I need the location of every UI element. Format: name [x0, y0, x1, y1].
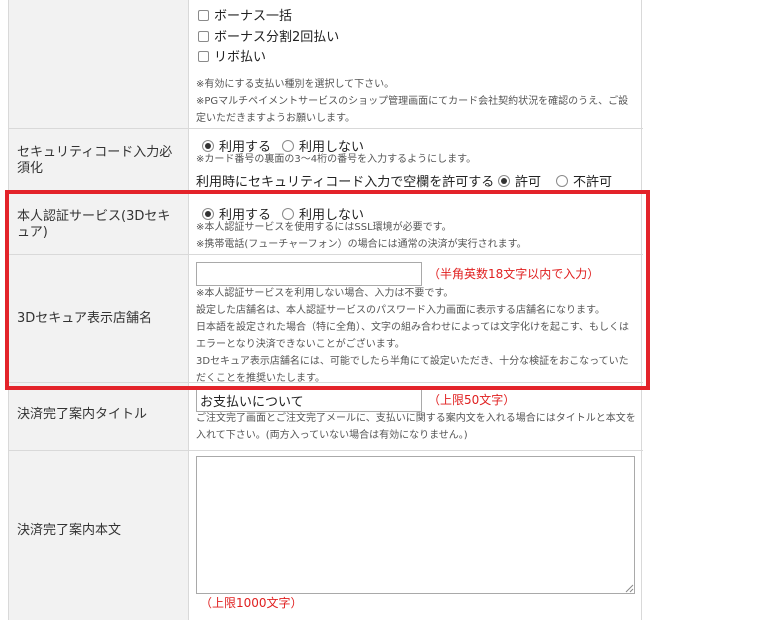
three-d-secure-label-cell: 本人認証サービス(3Dセキュア) — [9, 193, 189, 254]
payment-types-note: ※有効にする支払い種別を選択して下さい。 ※PGマルチペイメントサービスのショッ… — [196, 79, 629, 124]
complete-title-note: ご注文完了画面とご注文完了メールに、支払いに関する案内文を入れる場合にはタイトル… — [196, 413, 636, 441]
complete-body-cell: （上限1000文字） — [190, 451, 643, 620]
security-code-label: セキュリティコード入力必須化 — [17, 145, 173, 176]
complete-body-label-cell: 決済完了案内本文 — [9, 451, 189, 620]
three-d-shop-name-input[interactable] — [196, 262, 422, 286]
complete-title-label: 決済完了案内タイトル — [17, 407, 148, 422]
three-d-shop-name-row: 3Dセキュア表示店舗名 （半角英数18文字以内で入力） ※本人認証サービスを利用… — [9, 255, 643, 384]
three-d-secure-cell: 利用する 利用しない ※本人認証サービスを使用するにはSSL環境が必要です。 ※… — [190, 193, 643, 254]
security-code-allow-radio[interactable]: 許可 — [498, 171, 541, 190]
three-d-secure-note: ※本人認証サービスを使用するにはSSL環境が必要です。 ※携帯電話(フューチャー… — [196, 222, 527, 250]
complete-body-textarea[interactable] — [196, 456, 635, 594]
complete-title-hint: （上限50文字） — [428, 393, 516, 407]
three-d-shop-name-label: 3Dセキュア表示店舗名 — [17, 311, 153, 326]
payment-types-cell: ボーナス一括 ボーナス分割2回払い リボ払い ※有効にする支払い種別を選択して下… — [190, 0, 643, 128]
checkbox-bonus-lump[interactable]: ボーナス一括 — [198, 5, 292, 24]
complete-title-row: 決済完了案内タイトル （上限50文字） ご注文完了画面とご注文完了メールに、支払… — [9, 383, 643, 451]
three-d-shop-name-hint: （半角英数18文字以内で入力） — [428, 267, 600, 281]
security-code-deny-radio[interactable]: 不許可 — [556, 171, 612, 190]
three-d-shop-name-label-cell: 3Dセキュア表示店舗名 — [9, 255, 189, 382]
complete-title-cell: （上限50文字） ご注文完了画面とご注文完了メールに、支払いに関する案内文を入れ… — [190, 383, 643, 450]
security-code-blank-label: 利用時にセキュリティコード入力で空欄を許可する — [196, 175, 495, 190]
security-code-row: セキュリティコード入力必須化 利用する 利用しない ※カード番号の裏面の3～4桁… — [9, 129, 643, 193]
checkbox-bonus-split[interactable]: ボーナス分割2回払い — [198, 26, 339, 45]
complete-body-row: 決済完了案内本文 （上限1000文字） — [9, 451, 643, 620]
three-d-shop-name-note: ※本人認証サービスを利用しない場合、入力は不要です。 設定した店舗名は、本人認証… — [196, 288, 629, 384]
three-d-shop-name-cell: （半角英数18文字以内で入力） ※本人認証サービスを利用しない場合、入力は不要で… — [190, 255, 643, 384]
checkbox-box[interactable] — [198, 10, 209, 21]
radio-icon[interactable] — [556, 175, 568, 187]
payment-types-label-cell — [9, 0, 189, 128]
three-d-secure-row: 本人認証サービス(3Dセキュア) 利用する 利用しない ※本人認証サービスを使用… — [9, 193, 643, 255]
three-d-secure-label: 本人認証サービス(3Dセキュア) — [17, 209, 171, 240]
settings-form: ボーナス一括 ボーナス分割2回払い リボ払い ※有効にする支払い種別を選択して下… — [8, 0, 643, 620]
radio-selected-icon[interactable] — [498, 175, 510, 187]
security-code-cell: 利用する 利用しない ※カード番号の裏面の3～4桁の番号を入力するようにします。… — [190, 129, 643, 192]
payment-types-row: ボーナス一括 ボーナス分割2回払い リボ払い ※有効にする支払い種別を選択して下… — [9, 0, 643, 129]
complete-body-hint: （上限1000文字） — [200, 596, 303, 610]
complete-title-input[interactable] — [196, 388, 422, 412]
checkbox-box[interactable] — [198, 31, 209, 42]
security-code-note: ※カード番号の裏面の3～4桁の番号を入力するようにします。 — [196, 154, 477, 165]
complete-body-label: 決済完了案内本文 — [17, 523, 122, 538]
security-code-label-cell: セキュリティコード入力必須化 — [9, 129, 189, 192]
resize-grip-icon[interactable] — [624, 583, 634, 593]
complete-title-label-cell: 決済完了案内タイトル — [9, 383, 189, 450]
checkbox-revolving[interactable]: リボ払い — [198, 46, 266, 65]
checkbox-box[interactable] — [198, 51, 209, 62]
